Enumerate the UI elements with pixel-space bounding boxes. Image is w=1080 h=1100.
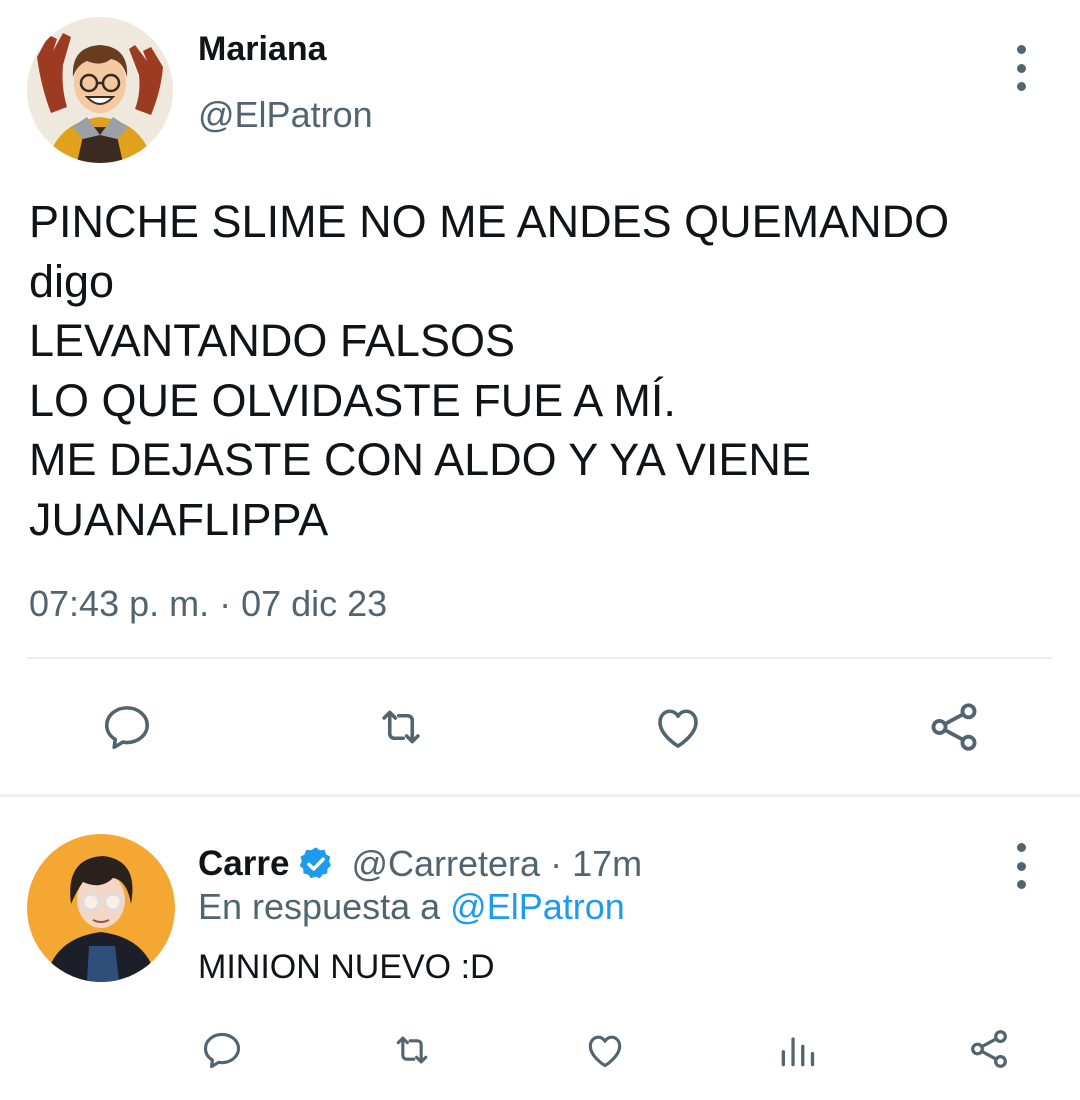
tweet-timestamp[interactable]: 07:43 p. m. · 07 dic 23 <box>29 583 387 625</box>
reply-header: Carre @Carretera · 17m <box>198 840 642 888</box>
main-author-avatar[interactable] <box>27 17 173 163</box>
tweet-line: LEVANTANDO FALSOS <box>29 315 515 366</box>
divider <box>27 657 1052 659</box>
tweet-line: LO QUE OLVIDASTE FUE A MÍ. <box>29 374 676 426</box>
like-icon[interactable] <box>650 700 706 754</box>
retweet-icon[interactable] <box>373 700 429 754</box>
main-tweet-text: PINCHE SLIME NO ME ANDES QUEMANDO digo L… <box>29 192 1049 549</box>
reply-icon[interactable] <box>200 1028 244 1072</box>
replying-to-link[interactable]: @ElPatron <box>450 886 625 927</box>
replying-to-line: En respuesta a @ElPatron <box>198 886 625 928</box>
reply-author-name[interactable]: Carre <box>198 844 289 884</box>
reply-timestamp[interactable]: 17m <box>572 843 642 885</box>
tweet-line: ME DEJASTE CON ALDO Y YA VIENE <box>29 434 811 485</box>
tweet-line: JUANAFLIPPA <box>29 493 329 545</box>
reply-icon[interactable] <box>100 700 154 754</box>
avatar-image <box>27 834 175 982</box>
main-author-name[interactable]: Mariana <box>198 30 327 69</box>
tweet-line: PINCHE SLIME NO ME ANDES QUEMANDO <box>29 196 950 247</box>
analytics-icon[interactable] <box>776 1028 820 1072</box>
tweet-line: digo <box>29 255 115 307</box>
avatar-image <box>27 17 173 163</box>
retweet-icon[interactable] <box>388 1028 436 1072</box>
reply-author-handle[interactable]: @Carretera <box>351 843 540 885</box>
share-icon[interactable] <box>925 698 983 756</box>
main-author-handle[interactable]: @ElPatron <box>198 94 373 136</box>
reply-tweet-text: MINION NUEVO :D <box>198 948 495 986</box>
more-options-icon[interactable] <box>1004 843 1038 889</box>
more-options-icon[interactable] <box>1004 45 1038 91</box>
header-separator: · <box>550 843 563 884</box>
verified-badge-icon <box>297 845 335 883</box>
like-icon[interactable] <box>582 1028 628 1072</box>
replying-to-label: En respuesta a <box>198 886 451 927</box>
tweet-separator <box>0 794 1080 797</box>
share-icon[interactable] <box>966 1026 1012 1072</box>
reply-author-avatar[interactable] <box>27 834 175 982</box>
